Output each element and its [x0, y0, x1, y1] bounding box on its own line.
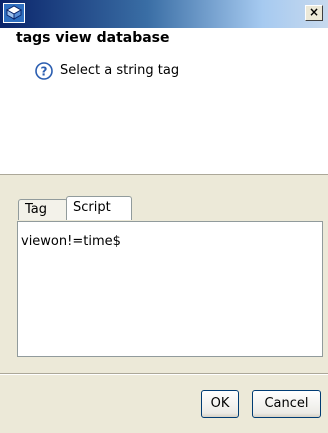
ok-button[interactable]: OK	[201, 390, 239, 418]
tab-tag[interactable]: Tag	[18, 199, 68, 220]
dialog-header	[0, 28, 328, 175]
script-text: viewon!=time$	[21, 234, 121, 249]
svg-text:?: ?	[41, 65, 48, 79]
tab-script[interactable]: Script	[66, 196, 132, 220]
app-icon[interactable]	[3, 3, 25, 23]
title-bar[interactable]: ×	[0, 0, 328, 28]
dialog-title: tags view database	[16, 30, 170, 46]
script-editor[interactable]: viewon!=time$	[17, 221, 323, 357]
footer-divider-highlight	[0, 374, 328, 375]
help-icon: ?	[35, 62, 53, 80]
close-button[interactable]: ×	[305, 5, 323, 21]
cancel-button[interactable]: Cancel	[252, 390, 321, 418]
dialog-window: × tags view database ? Select a string t…	[0, 0, 328, 433]
dialog-message: Select a string tag	[60, 63, 180, 78]
